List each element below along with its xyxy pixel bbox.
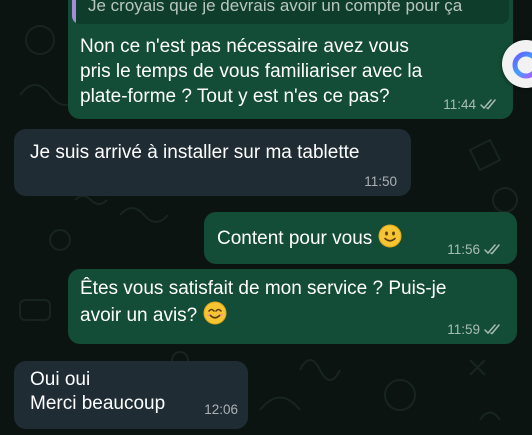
message-text: Êtes vous satisfait de mon service ? Pui… [80,278,447,326]
message-meta: 11:44 [443,97,499,112]
message-text-row: Content pour vous [217,224,402,251]
message-time: 11:44 [443,97,476,112]
read-double-tick-icon [484,244,500,255]
message-time: 11:50 [364,174,397,189]
message-meta: 11:59 [447,322,503,337]
smiling-face-emoji-icon [378,224,402,248]
quoted-reply[interactable]: Je croyais que je devrais avoir un compt… [72,0,509,24]
message-bubble-incoming[interactable]: Je suis arrivé à installer sur ma tablet… [14,129,411,196]
message-time: 12:06 [204,402,238,417]
read-double-tick-icon [480,99,496,110]
message-text-row: Êtes vous satisfait de mon service ? Pui… [80,276,500,328]
quoted-message-text: Je croyais que je devrais avoir un compt… [88,0,463,15]
read-double-tick-icon [484,324,500,335]
message-text: Non ce n'est pas nécessaire avez vous pr… [80,36,423,107]
message-time: 11:56 [447,242,480,257]
message-text: Je suis arrivé à installer sur ma tablet… [30,142,360,163]
smiling-face-with-smiling-eyes-emoji-icon [203,301,227,325]
message-text: Oui oui Merci beaucoup [30,369,166,414]
message-bubble-outgoing[interactable]: Êtes vous satisfait de mon service ? Pui… [68,269,517,344]
message-bubble-incoming[interactable]: Oui oui Merci beaucoup 12:06 [14,361,248,429]
message-meta: 11:50 [364,174,397,189]
quote-accent-bar [72,0,76,24]
message-bubble-outgoing[interactable]: Content pour vous 11:56 [204,212,517,264]
message-text: Content pour vous [217,228,373,249]
message-bubble-outgoing[interactable]: Je croyais que je devrais avoir un compt… [68,0,513,119]
message-meta: 12:06 [204,402,238,417]
message-time: 11:59 [447,322,480,337]
message-meta: 11:56 [447,242,503,257]
assistant-ring-icon [512,51,532,79]
